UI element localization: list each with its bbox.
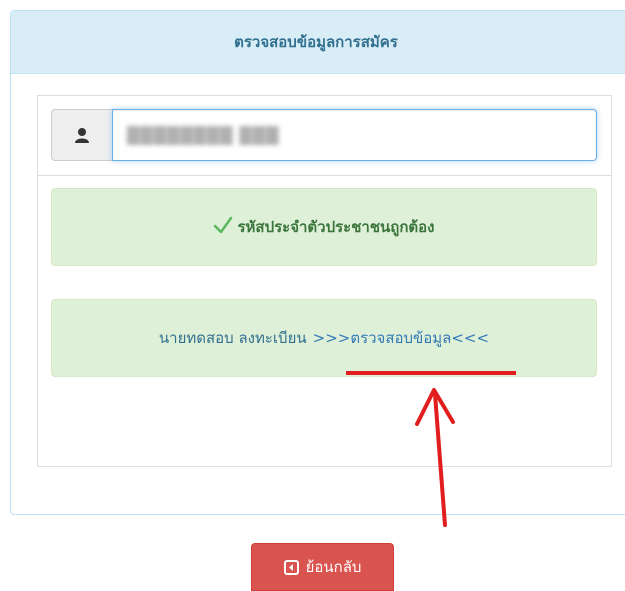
success-text: รหัสประจำตัวประชาชนถูกต้อง (237, 218, 435, 236)
checkmark-icon (213, 216, 233, 238)
back-button-label: ย้อนกลับ (305, 558, 362, 576)
back-square-icon (283, 559, 299, 575)
citizen-id-field[interactable]: ████████ ███ (112, 109, 597, 161)
registration-check-panel: ตรวจสอบข้อมูลการสมัคร ████████ ███ รหัสป… (10, 10, 625, 515)
divider (38, 175, 611, 176)
result-box: ████████ ███ รหัสประจำตัวประชาชนถูกต้อง … (37, 95, 612, 467)
success-alert: รหัสประจำตัวประชาชนถูกต้อง (51, 188, 597, 266)
check-data-link[interactable]: >>>ตรวจสอบข้อมูล<<< (313, 326, 489, 350)
panel-title: ตรวจสอบข้อมูลการสมัคร (11, 11, 625, 74)
back-button[interactable]: ย้อนกลับ (251, 543, 394, 591)
id-input-group: ████████ ███ (51, 109, 597, 161)
registrant-name-text: นายทดสอบ ลงทะเบียน (158, 329, 307, 347)
red-underline-annotation (346, 371, 516, 375)
info-alert: นายทดสอบ ลงทะเบียน >>>ตรวจสอบข้อมูล<<< (51, 299, 597, 377)
red-arrow-annotation (415, 388, 455, 527)
user-icon (51, 109, 112, 161)
citizen-id-value: ████████ ███ (127, 125, 280, 145)
